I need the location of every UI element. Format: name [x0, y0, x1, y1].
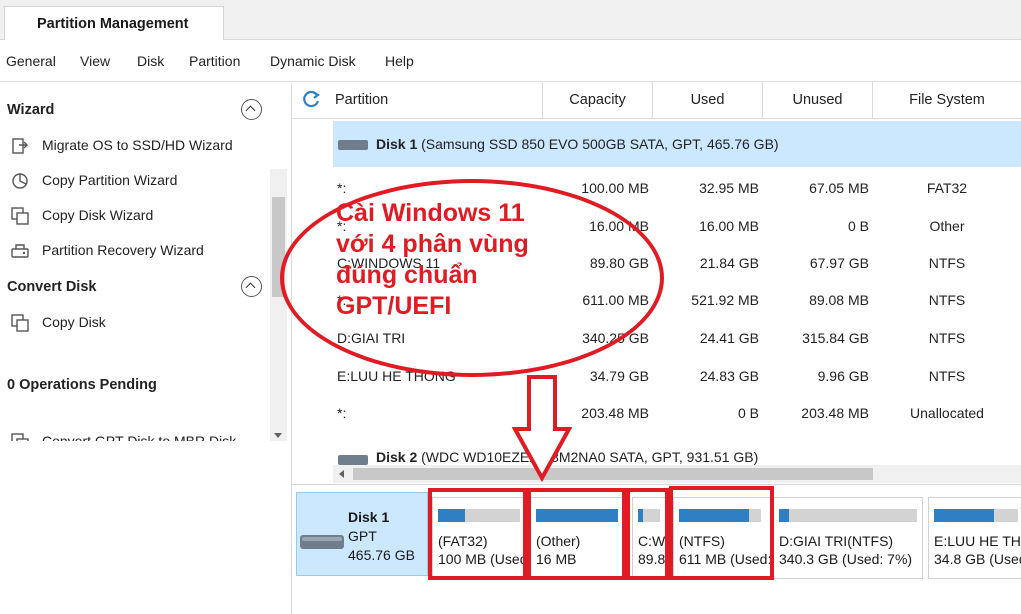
- used-cell: 21.84 GB: [699, 255, 759, 271]
- convert-disk-collapse-button[interactable]: [241, 276, 262, 297]
- annotation-text: Cài Windows 11 với 4 phân vùng đúng chuẩ…: [336, 198, 529, 322]
- disk-icon: [338, 455, 368, 465]
- scroll-down-icon[interactable]: [274, 433, 282, 438]
- header-divider: [292, 118, 1021, 119]
- disk1-detail: (Samsung SSD 850 EVO 500GB SATA, GPT, 46…: [421, 136, 779, 152]
- used-cell: 0 B: [737, 405, 759, 421]
- column-header-partition[interactable]: Partition: [331, 82, 543, 119]
- convert-disk-icon: [11, 433, 29, 441]
- column-header-unused[interactable]: Unused: [763, 82, 873, 119]
- used-cell: 521.92 MB: [691, 292, 759, 308]
- highlight-box: [428, 488, 527, 580]
- file-system-cell: NTFS: [928, 292, 966, 308]
- unused-cell: 0 B: [847, 218, 869, 234]
- column-header-file-system[interactable]: File System: [873, 82, 1021, 119]
- file-system-cell: NTFS: [928, 368, 966, 384]
- menu-general[interactable]: General: [6, 53, 56, 69]
- file-system-cell: Other: [929, 218, 965, 234]
- file-system-cell: Unallocated: [910, 405, 984, 421]
- menu-help[interactable]: Help: [385, 53, 414, 69]
- partition-block[interactable]: E:LUU HE THONG(NTFS) 34.8 GB (Used: 71%): [928, 497, 1021, 579]
- menu-bar: General View Disk Partition Dynamic Disk…: [0, 40, 1021, 82]
- left-pane: Wizard Migrate OS to SSD/HD Wizard Copy …: [0, 83, 292, 614]
- disk2-name: Disk 2: [376, 449, 418, 465]
- copy-disk-icon: [11, 314, 29, 332]
- highlight-box: [527, 488, 626, 580]
- annotation-down-arrow-icon: [512, 375, 572, 482]
- column-header-capacity[interactable]: Capacity: [543, 82, 653, 119]
- partition-block[interactable]: D:GIAI TRI(NTFS) 340.3 GB (Used: 7%): [773, 497, 923, 579]
- unused-cell: 67.05 MB: [809, 180, 869, 196]
- disk-map-disk1-card[interactable]: Disk 1 GPT 465.76 GB: [296, 492, 428, 576]
- annotation-line: Cài Windows 11: [336, 199, 525, 227]
- unused-cell: 203.48 MB: [801, 405, 869, 421]
- highlight-box: [626, 488, 669, 580]
- wizard-collapse-button[interactable]: [241, 99, 262, 120]
- menu-partition[interactable]: Partition: [189, 53, 240, 69]
- wizard-list-clip: Convert GPT Disk to MBR Disk: [0, 426, 270, 441]
- partition-recovery-icon: [11, 244, 29, 258]
- hard-disk-icon: [300, 535, 344, 549]
- scrollbar-thumb[interactable]: [353, 468, 873, 480]
- disk-card-type: GPT: [348, 528, 377, 544]
- disk1-row-label: Disk 1 (Samsung SSD 850 EVO 500GB SATA, …: [376, 136, 779, 152]
- used-cell: 24.41 GB: [699, 330, 759, 346]
- tab-partition-management[interactable]: Partition Management: [4, 6, 224, 41]
- operations-pending: 0 Operations Pending: [7, 377, 157, 393]
- unused-cell: 67.97 GB: [809, 255, 869, 271]
- partition-block-label: D:GIAI TRI(NTFS): [779, 533, 894, 549]
- copy-partition-icon: [12, 173, 28, 189]
- table-horizontal-scrollbar[interactable]: [333, 465, 1021, 483]
- wizard-section-title: Wizard: [7, 102, 55, 118]
- annotation-line: với 4 phân vùng: [336, 230, 529, 258]
- wizard-item-label: Migrate OS to SSD/HD Wizard: [42, 137, 233, 153]
- used-cell: 24.83 GB: [699, 368, 759, 384]
- convert-disk-section-title: Convert Disk: [7, 279, 97, 295]
- file-system-cell: NTFS: [928, 330, 966, 346]
- usage-bar: [934, 509, 1018, 522]
- copy-disk-icon: [11, 207, 29, 225]
- usage-bar-fill: [934, 509, 994, 522]
- partition-block-info: 34.8 GB (Used: 71%): [934, 551, 1021, 567]
- partition-cell: *:: [337, 405, 347, 421]
- wizard-item-label: Copy Partition Wizard: [42, 172, 178, 188]
- refresh-icon[interactable]: [300, 88, 322, 110]
- menu-dynamic-disk[interactable]: Dynamic Disk: [270, 53, 356, 69]
- used-cell: 16.00 MB: [699, 218, 759, 234]
- usage-bar-fill: [779, 509, 789, 522]
- annotation-line: GPT/UEFI: [336, 292, 452, 320]
- convert-item-label: Copy Disk: [42, 314, 106, 330]
- wizard-item-label: Copy Disk Wizard: [42, 207, 154, 223]
- used-cell: 32.95 MB: [699, 180, 759, 196]
- disk-icon: [338, 140, 368, 150]
- scroll-left-icon[interactable]: [339, 470, 344, 478]
- partition-block-info: 340.3 GB (Used: 7%): [779, 551, 913, 567]
- menu-disk[interactable]: Disk: [137, 53, 164, 69]
- disk1-name: Disk 1: [376, 136, 418, 152]
- unused-cell: 9.96 GB: [817, 368, 869, 384]
- tab-strip: Partition Management: [0, 0, 1021, 41]
- migrate-os-icon: [12, 138, 28, 154]
- partition-cell: *:: [337, 180, 347, 196]
- disk-card-size: 465.76 GB: [348, 547, 415, 563]
- wizard-item-label: Partition Recovery Wizard: [42, 242, 204, 258]
- usage-bar: [779, 509, 917, 522]
- file-system-cell: FAT32: [926, 180, 968, 196]
- annotation-line: đúng chuẩn: [336, 261, 478, 289]
- disk-card-name: Disk 1: [348, 509, 390, 525]
- partition-block-label: E:LUU HE THONG(NTFS): [934, 533, 1021, 549]
- unused-cell: 315.84 GB: [802, 330, 869, 346]
- unused-cell: 89.08 MB: [809, 292, 869, 308]
- left-pane-scrollbar[interactable]: [270, 169, 287, 441]
- convert-item-label: Convert GPT Disk to MBR Disk: [42, 433, 237, 441]
- menu-view[interactable]: View: [80, 53, 110, 69]
- disk2-detail: (WDC WD10EZEX-08M2NA0 SATA, GPT, 931.51 …: [421, 449, 759, 465]
- file-system-cell: NTFS: [928, 255, 966, 271]
- highlight-box: [669, 486, 774, 580]
- column-header-used[interactable]: Used: [653, 82, 763, 119]
